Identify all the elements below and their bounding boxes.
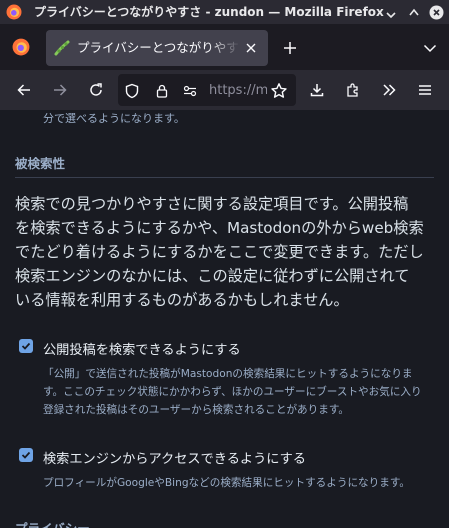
lock-icon[interactable] [153,82,171,100]
search-engine-indexing-hint: プロフィールがGoogleやBingなどの検索結果にヒットするようになります。 [43,477,410,489]
discoverability-section-title: 被検索性 [15,156,66,171]
minimize-icon[interactable] [383,5,398,20]
url-text[interactable]: https://m [209,75,267,107]
list-all-tabs-chevron-icon[interactable] [418,36,442,60]
zundamon-favicon-icon [54,40,70,56]
search-engine-indexing-checkbox[interactable] [19,448,33,462]
privacy-section-title: プライバシー [15,518,90,528]
maximize-icon[interactable] [406,5,421,20]
firefox-logo-icon [12,38,30,56]
tab-strip: プライバシーとつながりやすさ [0,24,449,70]
bookmark-star-icon[interactable] [270,82,288,100]
discoverability-lead-text: 検索での見つかりやすさに関する設定項目です。公開投稿 を検索できるようにするかや… [15,195,424,309]
searchable-posts-hint: 「公開」で送信された投稿がMastodonの検索結果にヒットするようになりま す… [43,368,422,416]
url-bar[interactable]: https://m [118,74,296,106]
back-arrow-icon[interactable] [12,78,36,102]
window-title: プライバシーとつながりやすさ - zundon — Mozilla Firefo… [34,5,384,19]
searchable-posts-checkbox[interactable] [19,339,33,353]
permissions-icon[interactable] [181,82,199,100]
checkmark-icon [21,342,31,350]
close-window-icon[interactable] [429,5,444,20]
searchable-posts-label[interactable]: 公開投稿を検索できるようにする [43,339,241,358]
navigation-toolbar: https://m [0,70,449,110]
close-tab-icon[interactable] [244,41,258,55]
forward-arrow-icon[interactable] [48,78,72,102]
firefox-view-button[interactable] [6,32,36,62]
checkmark-icon [21,451,31,459]
overflow-chevrons-icon[interactable] [377,78,401,102]
shield-icon[interactable] [123,82,141,100]
window-titlebar: プライバシーとつながりやすさ - zundon — Mozilla Firefo… [0,0,449,24]
search-engine-indexing-label[interactable]: 検索エンジンからアクセスできるようにする [43,448,306,467]
hamburger-menu-icon[interactable] [413,78,437,102]
previous-option-hint: 分で選べるようになります。 [43,112,185,125]
reload-icon[interactable] [84,78,108,102]
extensions-puzzle-icon[interactable] [341,78,365,102]
section-divider [15,177,434,178]
firefox-logo-icon [6,4,22,20]
tab-label: プライバシーとつながりやすさ [77,40,241,55]
page-content: 分で選べるようになります。 被検索性 検索での見つかりやすさに関する設定項目です… [0,110,449,528]
new-tab-plus-icon[interactable] [278,36,302,60]
downloads-icon[interactable] [305,78,329,102]
tab-active[interactable]: プライバシーとつながりやすさ [46,30,268,66]
